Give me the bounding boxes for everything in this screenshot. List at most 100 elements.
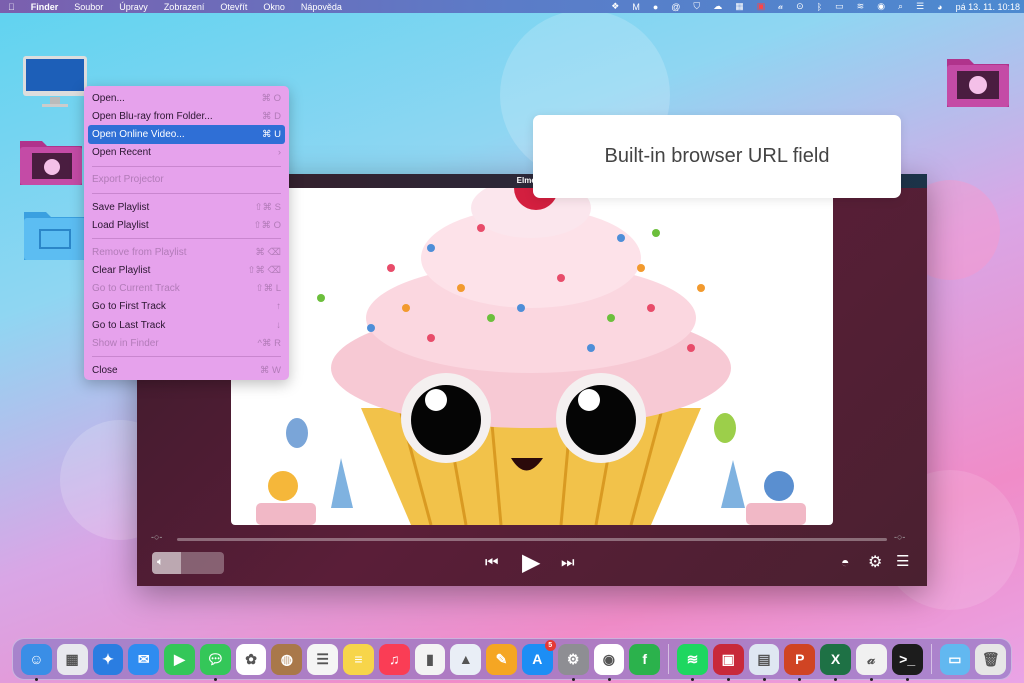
menu-item-save-playlist[interactable]: Save Playlist ⇧⌘ S xyxy=(88,198,285,216)
menu-napoveda[interactable]: Nápověda xyxy=(301,2,342,12)
shield-icon[interactable]: ⛉ xyxy=(693,1,700,12)
dock-music-icon[interactable]: ♫ xyxy=(378,643,410,675)
dock-launchpad-icon[interactable]: ▦ xyxy=(56,643,88,675)
dock-excel-icon[interactable]: X xyxy=(820,643,851,681)
search-icon[interactable]: ⌕ xyxy=(898,1,903,12)
menu-item-open[interactable]: Open... ⌘ O xyxy=(88,89,285,107)
menu-zobrazeni[interactable]: Zobrazení xyxy=(164,2,205,12)
menu-item-shortcut: ⇧⌘ L xyxy=(255,283,281,295)
running-indicator xyxy=(762,677,766,681)
next-track-button[interactable]: ⏭︎ xyxy=(561,554,575,571)
progress-end-marker: -○- xyxy=(894,532,906,542)
menu-item-shortcut: ^⌘ R xyxy=(257,337,281,349)
menu-item-go-to-last-track[interactable]: Go to Last Track ↓ xyxy=(88,316,285,334)
dock-separator xyxy=(930,644,932,674)
dock-app-store-icon[interactable]: A5 xyxy=(521,639,556,675)
grid-icon[interactable]: ▦ xyxy=(735,1,744,12)
dock-contacts-icon[interactable]: ◍ xyxy=(271,643,303,675)
dock-trash-icon[interactable]: 🗑︎ xyxy=(975,643,1007,675)
dock-downloads-folder-icon[interactable]: ▭ xyxy=(939,643,971,675)
running-indicator xyxy=(869,677,873,681)
wifi-icon[interactable]: ≋ xyxy=(857,1,865,12)
dock-terminal-icon[interactable]: >_ xyxy=(891,643,923,681)
speaker-icon: 🔈︎ xyxy=(157,556,164,568)
dock-preview-icon[interactable]: ▤ xyxy=(748,643,780,681)
dock-feedly-icon[interactable]: f xyxy=(629,643,661,675)
dock-system-preferences-icon[interactable]: ⚙ xyxy=(557,643,589,681)
dock-messages-icon[interactable]: 💬︎ xyxy=(199,643,231,681)
menu-item-label: Open... xyxy=(92,92,125,104)
imac-desktop-icon[interactable] xyxy=(22,55,87,107)
record-icon[interactable]: ● xyxy=(653,2,658,12)
siri-icon[interactable]: ◕ xyxy=(937,2,942,12)
menu-finder[interactable]: Finder xyxy=(31,2,59,12)
volume-slider[interactable]: 🔈︎ xyxy=(152,552,224,574)
play-circle-icon[interactable]: ⊙ xyxy=(796,1,804,12)
dock-chrome-icon[interactable]: ◉ xyxy=(593,643,625,681)
dock-spotify-icon[interactable]: ≋ xyxy=(677,643,708,681)
menu-item-shortcut: ⇧⌘ ⌫ xyxy=(247,265,281,277)
dock-separator xyxy=(668,644,670,674)
menu-item-show-in-finder: Show in Finder ^⌘ R xyxy=(88,334,285,352)
menu-item-shortcut: ⌘ U xyxy=(262,128,281,140)
screen-icon[interactable]: ▣ xyxy=(757,1,766,12)
menu-item-label: Go to First Track xyxy=(92,301,166,313)
blue-folder-icon[interactable] xyxy=(22,208,86,260)
dock-script-editor-icon[interactable]: 𝒶 xyxy=(855,643,887,681)
menu-item-go-to-current-track: Go to Current Track ⇧⌘ L xyxy=(88,280,285,298)
dock-parallels-icon[interactable]: ▣ xyxy=(712,643,744,681)
dock-mail-icon[interactable]: ✉ xyxy=(128,643,160,675)
clock[interactable]: pá 13. 11. 10:18 xyxy=(956,2,1020,12)
menu-item-label: Go to Last Track xyxy=(92,319,166,331)
battery-icon[interactable]: ▭ xyxy=(835,1,844,12)
menu-item-clear-playlist[interactable]: Clear Playlist ⇧⌘ ⌫ xyxy=(88,262,285,280)
menu-item-shortcut: ⌘ D xyxy=(262,110,281,122)
dock-finder-icon[interactable]: ☺ xyxy=(21,643,52,681)
menu-okno[interactable]: Okno xyxy=(263,2,285,12)
dock-reminders-icon[interactable]: ☰ xyxy=(307,643,339,675)
play-button[interactable]: ▶ xyxy=(522,548,540,577)
control-center-icon[interactable]: ☰ xyxy=(916,1,924,12)
dock-pages-icon[interactable]: ✎ xyxy=(486,643,517,675)
menu-separator xyxy=(92,192,281,194)
airplay-icon[interactable]: ◓ xyxy=(841,554,849,570)
malwarebytes-icon[interactable]: M xyxy=(632,2,640,12)
at-icon[interactable]: @ xyxy=(671,2,680,12)
menu-item-label: Export Projector xyxy=(92,174,164,186)
dock-notes-icon[interactable]: ≡ xyxy=(343,643,374,675)
menu-item-open-online-video[interactable]: Open Online Video... ⌘ U xyxy=(88,125,285,144)
video-frame[interactable] xyxy=(231,188,833,525)
dock-facetime-icon[interactable]: ▶ xyxy=(164,643,195,675)
apple-menu-icon[interactable]:  xyxy=(8,2,15,12)
running-indicator xyxy=(726,677,730,681)
dropbox-icon[interactable]: ❖ xyxy=(611,1,619,12)
running-indicator xyxy=(607,677,611,681)
menu-item-open-recent[interactable]: Open Recent › xyxy=(88,144,285,162)
bluetooth-icon[interactable]: ᛒ xyxy=(817,2,822,12)
menu-otevrit[interactable]: Otevřít xyxy=(220,2,247,12)
pink-folder-icon[interactable] xyxy=(18,133,82,185)
menu-item-label: Close xyxy=(92,365,118,377)
menu-item-close[interactable]: Close ⌘ W xyxy=(88,361,285,379)
menu-item-go-to-first-track[interactable]: Go to First Track ↑ xyxy=(88,298,285,316)
menu-item-open-blu-ray-from-folder[interactable]: Open Blu-ray from Folder... ⌘ D xyxy=(88,107,285,125)
pink-folder-icon-right[interactable] xyxy=(945,55,1009,107)
dock-photos-icon[interactable]: ✿ xyxy=(235,643,267,675)
user-icon[interactable]: ◉ xyxy=(877,1,885,12)
cloud-icon[interactable]: ☁ xyxy=(713,1,722,12)
menu-soubor[interactable]: Soubor xyxy=(74,2,103,12)
dock-numbers-icon[interactable]: ▮ xyxy=(414,643,446,675)
menu-upravy[interactable]: Úpravy xyxy=(119,2,148,12)
progress-bar[interactable] xyxy=(177,538,887,541)
dock-keynote-icon[interactable]: ▲ xyxy=(450,643,482,675)
signature-icon[interactable]: 𝒶 xyxy=(778,1,783,12)
playlist-icon[interactable]: ☰ xyxy=(896,552,909,570)
notification-badge: 5 xyxy=(544,639,556,651)
menu-separator xyxy=(92,238,281,240)
callout-label: Built-in browser URL field xyxy=(533,115,901,198)
dock-powerpoint-icon[interactable]: P xyxy=(784,643,816,681)
menu-item-load-playlist[interactable]: Load Playlist ⇧⌘ O xyxy=(88,216,285,234)
dock-safari-icon[interactable]: ✦ xyxy=(92,643,124,675)
previous-track-button[interactable]: ⏮︎ xyxy=(485,554,499,571)
settings-gear-icon[interactable]: ⚙ xyxy=(868,552,882,572)
